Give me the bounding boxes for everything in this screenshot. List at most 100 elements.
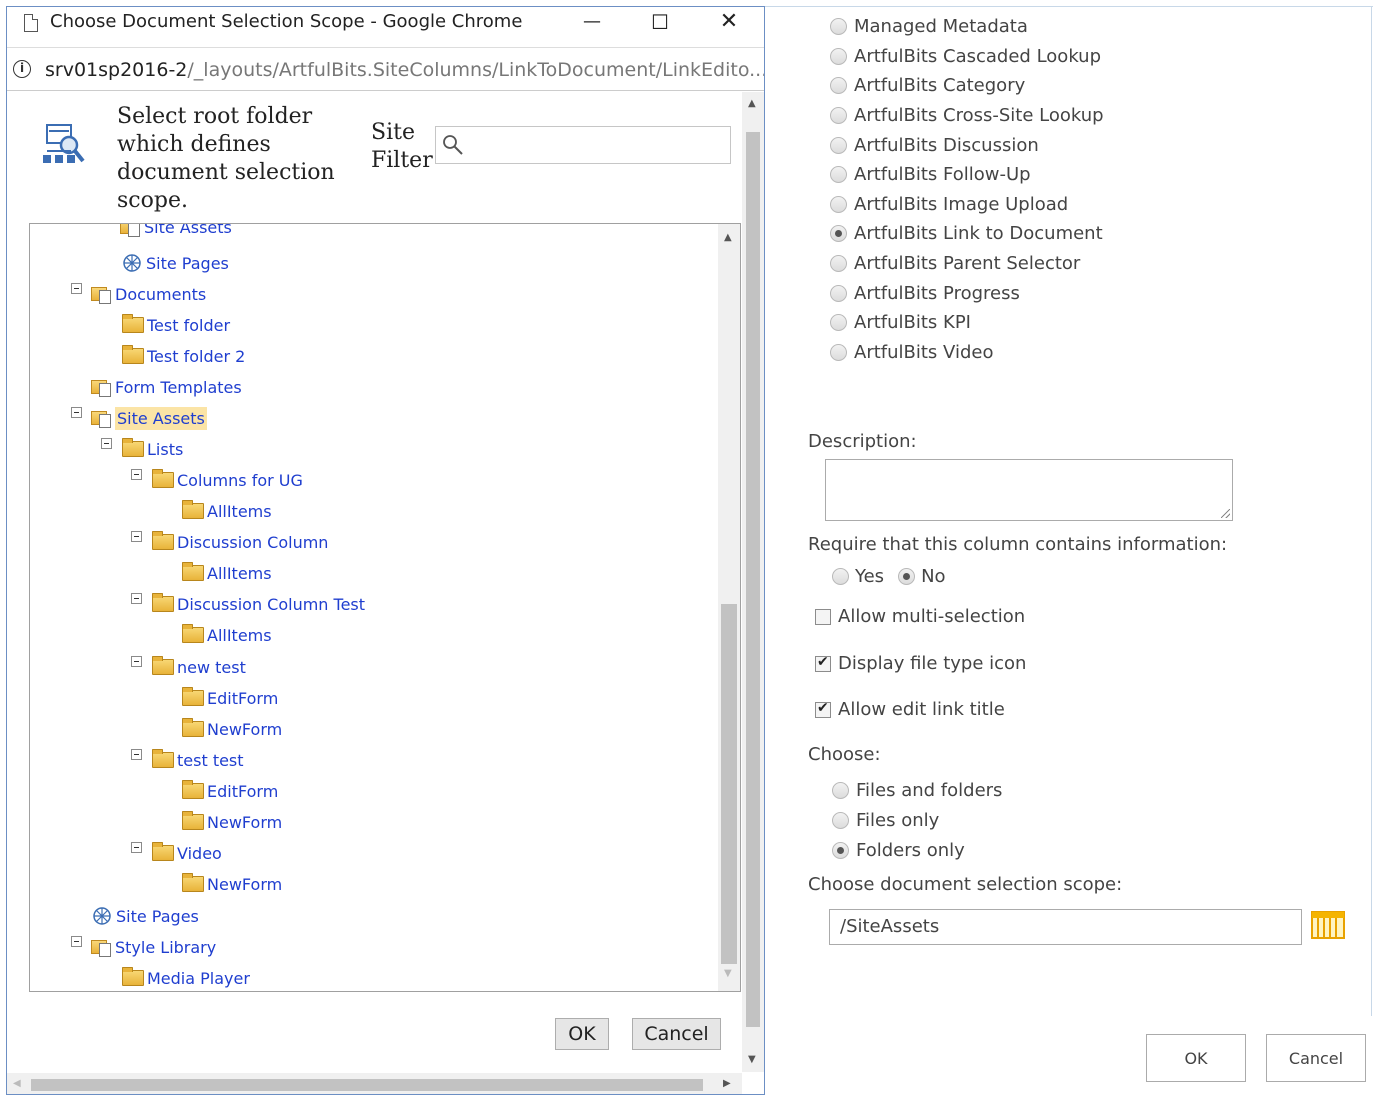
tree-node-label[interactable]: EditForm (207, 782, 278, 801)
field-type-option[interactable]: ArtfulBits Video (830, 338, 1104, 368)
tree-scrollbar-thumb[interactable] (721, 604, 737, 964)
tree-node-label[interactable]: Test folder 2 (147, 347, 245, 366)
radio-button[interactable] (830, 284, 847, 302)
tree-node-label[interactable]: Site Assets (115, 406, 207, 430)
tree-node-label[interactable]: Site Assets (144, 224, 232, 237)
tree-node[interactable]: test test (152, 747, 244, 773)
radio-button[interactable] (830, 195, 847, 213)
require-yes-radio[interactable] (832, 568, 849, 585)
page-cancel-button[interactable]: Cancel (1266, 1034, 1366, 1082)
tree-node[interactable]: Form Templates (91, 374, 242, 400)
radio-button-selected[interactable] (830, 225, 847, 243)
resize-grip-icon[interactable] (1221, 509, 1230, 518)
tree-node-label[interactable]: Discussion Column (177, 533, 328, 552)
field-type-option[interactable]: ArtfulBits Follow-Up (830, 160, 1104, 190)
choose-option[interactable]: Files and folders (832, 775, 1002, 805)
field-type-option[interactable]: ArtfulBits Discussion (830, 130, 1104, 160)
allow-multi-checkbox[interactable] (815, 608, 831, 625)
tree-node-label[interactable]: NewForm (207, 875, 282, 894)
field-type-option[interactable]: ArtfulBits Link to Document (830, 219, 1104, 249)
scroll-up-icon[interactable]: ▲ (724, 232, 732, 243)
tree-node[interactable]: Video (152, 840, 222, 866)
tree-node-label[interactable]: Documents (115, 285, 206, 304)
tree-node-label[interactable]: Video (177, 844, 222, 863)
tree-node-label[interactable]: AllItems (207, 502, 272, 521)
tree-node[interactable]: Documents (91, 281, 206, 307)
field-type-option[interactable]: ArtfulBits Category (830, 71, 1104, 101)
tree-node[interactable]: Site Pages (122, 250, 229, 276)
tree-node-label[interactable]: Site Pages (116, 907, 199, 926)
tree-node-label[interactable]: Discussion Column Test (177, 595, 365, 614)
radio-button[interactable] (830, 343, 847, 361)
field-type-option[interactable]: ArtfulBits Image Upload (830, 190, 1104, 220)
collapse-toggle-icon[interactable] (131, 656, 142, 667)
tree-node-label[interactable]: NewForm (207, 813, 282, 832)
window-scrollbar-thumb[interactable] (746, 132, 760, 1027)
tree-node-label[interactable]: Site Pages (146, 254, 229, 273)
tree-node[interactable]: NewForm (182, 809, 282, 835)
tree-node[interactable]: Test folder 2 (122, 343, 245, 369)
tree-node[interactable]: Site Pages (92, 903, 199, 929)
display-file-type-icon[interactable]: Display file type icon (815, 653, 1026, 674)
require-no-radio[interactable] (898, 568, 916, 585)
allow-edit-link-title[interactable]: Allow edit link title (815, 699, 1005, 720)
collapse-toggle-icon[interactable] (131, 469, 142, 480)
radio-button[interactable] (830, 18, 847, 36)
collapse-toggle-icon[interactable] (71, 407, 82, 418)
close-icon[interactable]: ✕ (706, 7, 752, 39)
window-titlebar[interactable]: Choose Document Selection Scope - Google… (7, 7, 764, 47)
radio-button[interactable] (830, 107, 847, 125)
horizontal-scrollbar-thumb[interactable] (31, 1079, 703, 1091)
radio-button[interactable] (830, 47, 847, 65)
collapse-toggle-icon[interactable] (131, 531, 142, 542)
tree-node[interactable]: EditForm (182, 685, 278, 711)
tree-node-label[interactable]: EditForm (207, 689, 278, 708)
tree-node[interactable]: Discussion Column (152, 529, 328, 555)
scroll-left-icon[interactable]: ◀ (13, 1078, 21, 1089)
dialog-ok-button[interactable]: OK (555, 1018, 609, 1050)
tree-node-label[interactable]: AllItems (207, 564, 272, 583)
tree-node-label[interactable]: NewForm (207, 720, 282, 739)
tree-node-label[interactable]: Style Library (115, 938, 216, 957)
tree-scrollbar[interactable]: ▲ ▼ (718, 224, 740, 991)
address-bar[interactable]: i srv01sp2016-2/_layouts/ArtfulBits.Site… (7, 47, 764, 91)
radio-button[interactable] (832, 781, 849, 799)
field-type-option[interactable]: ArtfulBits KPI (830, 308, 1104, 338)
tree-node-selected[interactable]: Site Assets (91, 405, 207, 431)
field-type-option[interactable]: ArtfulBits Progress (830, 278, 1104, 308)
collapse-toggle-icon[interactable] (131, 749, 142, 760)
tree-node-label[interactable]: Form Templates (115, 378, 242, 397)
choose-option[interactable]: Files only (832, 805, 1002, 835)
page-ok-button[interactable]: OK (1146, 1034, 1246, 1082)
radio-button-selected[interactable] (832, 841, 849, 859)
allow-edit-title-checkbox[interactable] (815, 700, 831, 718)
radio-button[interactable] (830, 166, 847, 184)
display-icon-checkbox[interactable] (815, 654, 831, 672)
choose-option[interactable]: Folders only (832, 835, 1002, 865)
collapse-toggle-icon[interactable] (71, 936, 82, 947)
description-textarea[interactable] (825, 459, 1233, 521)
tree-node[interactable]: Test folder (122, 312, 230, 338)
scroll-down-icon[interactable]: ▼ (724, 968, 732, 979)
field-type-option[interactable]: ArtfulBits Cascaded Lookup (830, 42, 1104, 72)
collapse-toggle-icon[interactable] (131, 842, 142, 853)
tree-node[interactable]: Style Library (91, 934, 216, 960)
tree-node[interactable]: Media Player (122, 965, 250, 991)
url-text[interactable]: srv01sp2016-2/_layouts/ArtfulBits.SiteCo… (45, 59, 764, 81)
tree-node[interactable]: NewForm (182, 871, 282, 897)
radio-button[interactable] (830, 314, 847, 332)
tree-node[interactable]: Lists (122, 436, 183, 462)
window-horizontal-scrollbar[interactable]: ◀ ▶ (7, 1073, 742, 1094)
field-type-option[interactable]: ArtfulBits Parent Selector (830, 249, 1104, 279)
maximize-icon[interactable]: ☐ (637, 7, 683, 39)
radio-button[interactable] (832, 811, 849, 829)
radio-button[interactable] (830, 255, 847, 273)
tree-node[interactable]: AllItems (182, 560, 272, 586)
window-vertical-scrollbar[interactable]: ▲ ▼ (742, 92, 764, 1072)
tree-node-label[interactable]: Lists (147, 440, 183, 459)
tree-node-label[interactable]: Media Player (147, 969, 250, 988)
tree-node-label[interactable]: new test (177, 658, 246, 677)
field-type-option[interactable]: ArtfulBits Cross-Site Lookup (830, 101, 1104, 131)
allow-multi-selection[interactable]: Allow multi-selection (815, 606, 1025, 627)
scroll-right-icon[interactable]: ▶ (723, 1078, 731, 1089)
